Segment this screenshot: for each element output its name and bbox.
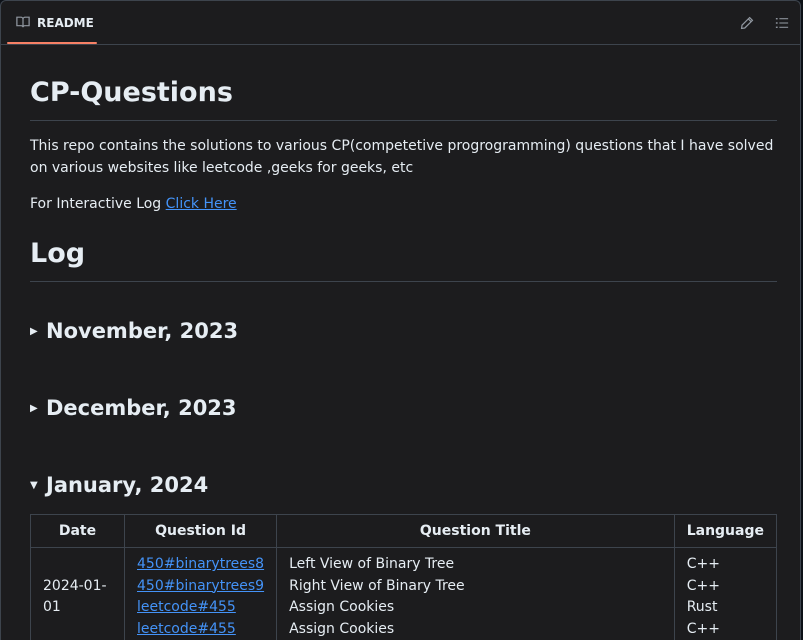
month-label: January, 2024: [46, 473, 209, 497]
row-question-ids: 450#binarytrees8 450#binarytrees9 leetco…: [123, 547, 278, 640]
tab-label: README: [37, 16, 94, 30]
month-label: November, 2023: [46, 319, 239, 343]
active-tab-indicator: [7, 42, 97, 44]
question-id-link[interactable]: leetcode#455: [137, 599, 236, 615]
question-title: Left View of Binary Tree: [289, 556, 455, 572]
language: C++: [686, 577, 720, 594]
page-title: CP-Questions: [30, 76, 777, 121]
question-id-link[interactable]: 450#binarytrees8: [137, 556, 264, 572]
header-question-id: Question Id: [123, 514, 278, 548]
pencil-icon[interactable]: [739, 15, 755, 31]
header-question-title: Question Title: [276, 514, 675, 548]
month-summary-november[interactable]: ▶ November, 2023: [30, 319, 238, 343]
question-id-link[interactable]: 450#binarytrees9: [137, 578, 264, 594]
row-languages: C++ C++ Rust C++: [673, 547, 778, 640]
language: Rust: [686, 599, 718, 615]
interactive-log-prefix: For Interactive Log: [30, 196, 166, 212]
table-row: 2024-01-01 450#binarytrees8 450#binarytr…: [30, 547, 778, 640]
readme-panel: README CP-Questions This repo contains t…: [0, 0, 801, 640]
month-label: December, 2023: [46, 396, 237, 420]
book-icon: [16, 14, 30, 33]
interactive-log-line: For Interactive Log Click Here: [30, 193, 237, 215]
question-title: Right View of Binary Tree: [289, 577, 465, 594]
question-title: Assign Cookies: [289, 620, 395, 637]
caret-right-icon: ▶: [30, 325, 38, 337]
language: C++: [686, 556, 720, 572]
month-summary-january[interactable]: ▼ January, 2024: [30, 473, 208, 497]
month-summary-december[interactable]: ▶ December, 2023: [30, 396, 237, 420]
log-heading: Log: [30, 237, 777, 282]
language: C++: [686, 620, 720, 637]
question-id-link[interactable]: leetcode#455: [137, 621, 236, 637]
row-date: 2024-01-01: [30, 547, 125, 640]
caret-right-icon: ▶: [30, 402, 38, 414]
tab-readme[interactable]: README: [7, 1, 97, 45]
click-here-link[interactable]: Click Here: [166, 196, 237, 212]
caret-down-icon: ▼: [30, 479, 38, 491]
header-date: Date: [30, 514, 125, 548]
question-title: Assign Cookies: [289, 599, 395, 615]
readme-header: README: [1, 1, 800, 45]
row-question-titles: Left View of Binary Tree Right View of B…: [276, 547, 675, 640]
table-header-row: Date Question Id Question Title Language: [30, 514, 778, 548]
log-table: Date Question Id Question Title Language…: [30, 514, 778, 640]
description-text: This repo contains the solutions to vari…: [30, 138, 774, 176]
header-language: Language: [673, 514, 778, 548]
list-unordered-icon[interactable]: [774, 15, 790, 31]
